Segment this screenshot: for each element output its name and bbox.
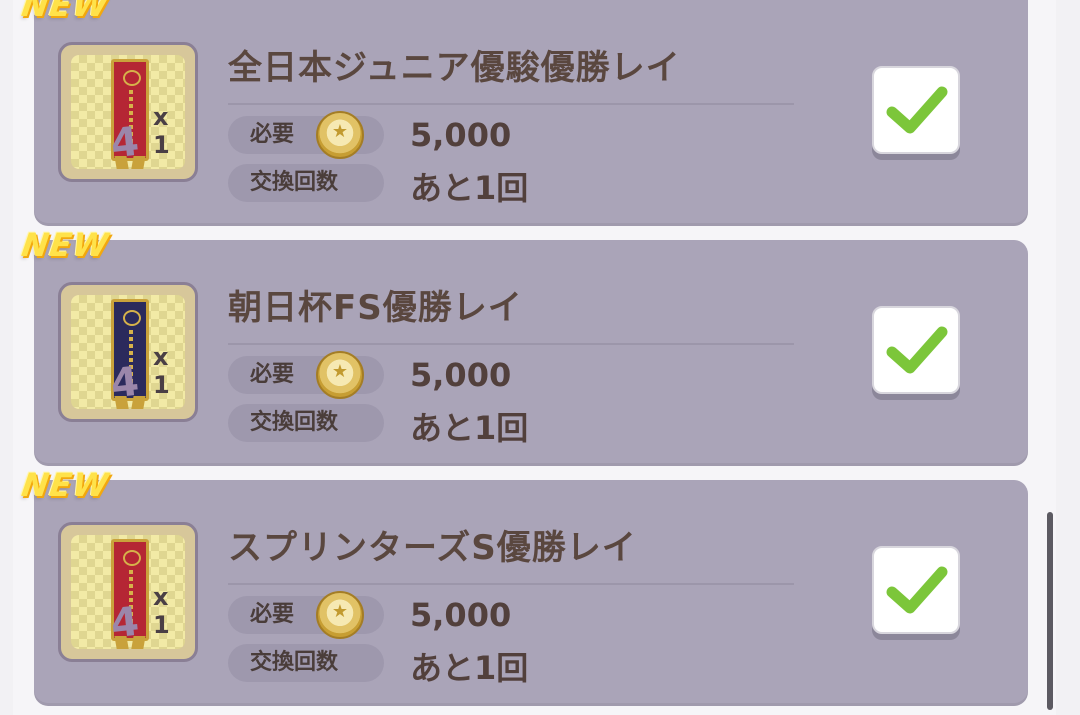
new-badge: NEW bbox=[19, 226, 112, 264]
exchange-count-label: 交換回数 bbox=[228, 644, 384, 682]
horseshoe-coin-icon: ★ bbox=[316, 351, 364, 399]
checkmark-icon bbox=[886, 326, 948, 374]
item-name: 全日本ジュニア優駿優勝レイ bbox=[228, 48, 681, 88]
exchange-count-label: 交換回数 bbox=[228, 404, 384, 442]
item-quantity: x 1 bbox=[153, 583, 170, 639]
scrollbar-thumb[interactable] bbox=[1047, 512, 1053, 710]
cost-value: 5,000 bbox=[410, 116, 512, 154]
divider bbox=[228, 343, 794, 345]
select-checkbox[interactable] bbox=[872, 546, 960, 634]
select-checkbox[interactable] bbox=[872, 306, 960, 394]
remaining-count: あと1回 bbox=[410, 649, 529, 687]
cost-value: 5,000 bbox=[410, 356, 512, 394]
exchange-item-card[interactable]: NEW 4 x 1 全日本ジュニア優駿優勝レイ 必要 ★ 5,000 交換回数 … bbox=[19, 0, 1028, 226]
exchange-item-card[interactable]: NEW 4 x 1 朝日杯FS優勝レイ 必要 ★ 5,000 交換回数 あと1回 bbox=[19, 226, 1028, 466]
checkmark-icon bbox=[886, 86, 948, 134]
exchange-count-label: 交換回数 bbox=[228, 164, 384, 202]
divider bbox=[228, 103, 794, 105]
select-checkbox[interactable] bbox=[872, 66, 960, 154]
exchange-item-card[interactable]: NEW 4 x 1 スプリンターズS優勝レイ 必要 ★ 5,000 交換回数 あ… bbox=[19, 466, 1028, 706]
item-quantity: x 1 bbox=[153, 343, 170, 399]
item-name: スプリンターズS優勝レイ bbox=[228, 528, 637, 568]
remaining-count: あと1回 bbox=[410, 169, 529, 207]
stack-icon: 4 bbox=[108, 358, 142, 408]
checkmark-icon bbox=[886, 566, 948, 614]
stack-icon: 4 bbox=[108, 598, 142, 648]
horseshoe-coin-icon: ★ bbox=[316, 591, 364, 639]
horseshoe-coin-icon: ★ bbox=[316, 111, 364, 159]
cost-value: 5,000 bbox=[410, 596, 512, 634]
new-badge: NEW bbox=[19, 466, 112, 504]
stack-icon: 4 bbox=[108, 118, 142, 168]
new-badge: NEW bbox=[19, 0, 112, 24]
item-thumbnail: 4 x 1 bbox=[58, 522, 198, 662]
item-thumbnail: 4 x 1 bbox=[58, 282, 198, 422]
remaining-count: あと1回 bbox=[410, 409, 529, 447]
item-thumbnail: 4 x 1 bbox=[58, 42, 198, 182]
divider bbox=[228, 583, 794, 585]
item-name: 朝日杯FS優勝レイ bbox=[228, 288, 523, 328]
item-quantity: x 1 bbox=[153, 103, 170, 159]
